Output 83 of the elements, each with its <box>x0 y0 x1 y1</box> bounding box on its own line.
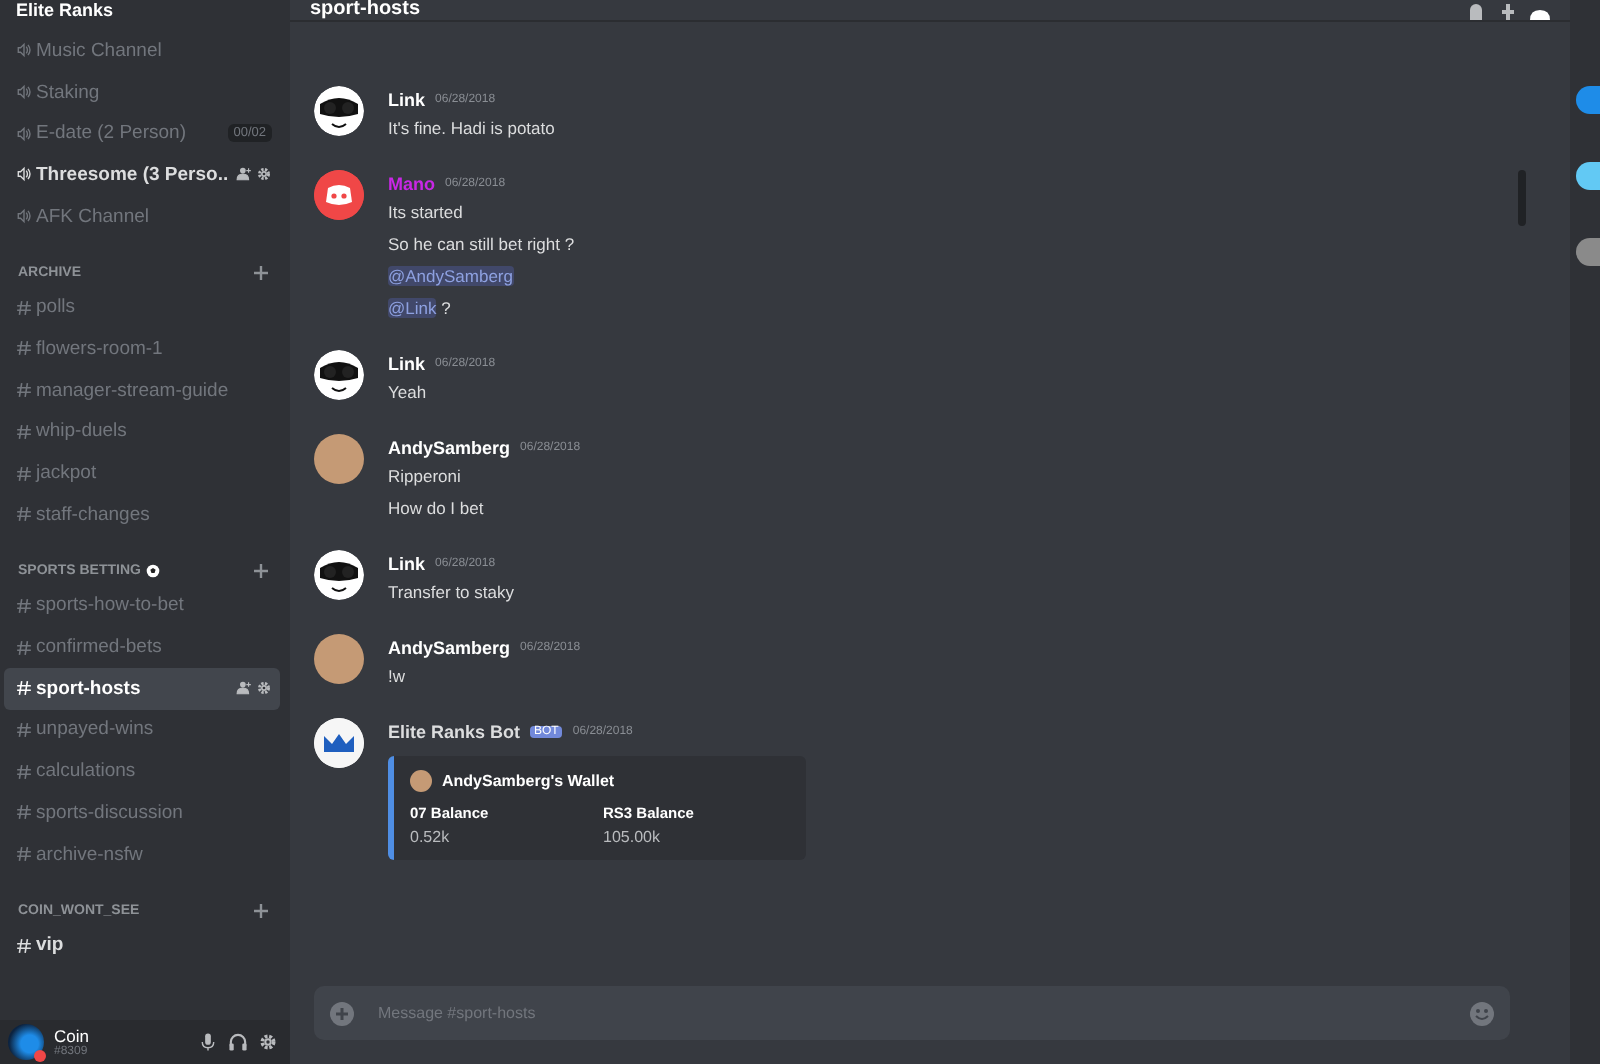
username: Coin <box>54 1026 91 1046</box>
message-text: It's fine. Hadi is potato <box>388 118 555 138</box>
channel-item[interactable]: sports-discussion <box>4 792 280 834</box>
field-value: 0.52k <box>410 828 452 846</box>
channel-item[interactable]: sports-how-to-bet <box>4 585 280 627</box>
author-name[interactable]: Mano <box>388 174 435 194</box>
photo-placeholder[interactable] <box>314 634 364 684</box>
message-text: How do I bet <box>388 498 484 518</box>
message-text: So he can still bet right ? <box>388 234 575 254</box>
author-name[interactable]: Elite Ranks Bot <box>388 722 521 742</box>
author-name[interactable]: Link <box>388 354 426 374</box>
channel-title: sport-hosts <box>310 0 422 20</box>
channel-item[interactable]: sport-hosts <box>4 667 280 710</box>
channel-item[interactable]: flowers-room-1 <box>4 328 280 370</box>
author-name[interactable]: AndySamberg <box>388 638 511 658</box>
channel-item[interactable]: unpayed-wins <box>4 709 280 751</box>
member-avatar[interactable] <box>1576 238 1600 266</box>
member-avatar[interactable] <box>1576 162 1600 190</box>
message-text: Yeah <box>388 382 427 402</box>
server-name[interactable]: Elite Ranks <box>0 0 290 20</box>
speaker-icon <box>16 166 32 183</box>
hash-icon <box>16 423 32 440</box>
hash-icon <box>16 721 32 738</box>
user-mention[interactable]: @Link <box>388 298 437 318</box>
add-channel-icon[interactable] <box>254 564 268 579</box>
speaker-icon <box>16 84 32 101</box>
message-text: Its started <box>388 202 463 222</box>
message-text: ? <box>439 298 451 318</box>
invite-icon[interactable] <box>236 166 252 183</box>
user-mention[interactable]: @AndySamberg <box>388 266 513 286</box>
channel-item[interactable]: manager-stream-guide <box>4 369 280 411</box>
photo-placeholder <box>410 770 432 792</box>
message-text: Ripperoni <box>388 466 461 486</box>
panda-avatar[interactable] <box>314 350 364 400</box>
discord-logo-avatar[interactable] <box>314 170 364 220</box>
microphone-icon[interactable] <box>198 1032 218 1052</box>
hash-icon <box>16 465 32 482</box>
embed-title: AndySamberg's Wallet <box>442 772 615 790</box>
field-value: 105.00k <box>603 828 662 846</box>
author-name[interactable]: AndySamberg <box>388 438 511 458</box>
add-channel-icon[interactable] <box>254 903 268 918</box>
headphones-icon[interactable] <box>228 1032 248 1052</box>
message-text: !w <box>388 666 405 686</box>
panda-avatar[interactable] <box>314 550 364 600</box>
photo-placeholder[interactable] <box>314 434 364 484</box>
hash-icon <box>16 639 32 656</box>
hash-icon <box>16 506 32 523</box>
channel-item[interactable]: jackpot <box>4 452 280 494</box>
settings-icon[interactable] <box>258 1032 278 1052</box>
message-text: Transfer to staky <box>388 582 514 602</box>
channel-item[interactable]: vip <box>4 924 280 967</box>
hash-icon <box>16 680 32 697</box>
invite-icon[interactable] <box>236 680 252 697</box>
author-name[interactable]: Link <box>388 554 426 574</box>
hash-icon <box>16 340 32 357</box>
hash-icon <box>16 804 32 821</box>
hash-icon <box>16 937 32 954</box>
channel-item[interactable]: polls <box>4 286 280 329</box>
author-name[interactable]: Link <box>388 90 426 110</box>
settings-icon[interactable] <box>256 680 272 697</box>
channel-item[interactable]: archive-nsfw <box>4 833 280 875</box>
speaker-icon <box>16 42 32 59</box>
channel-item[interactable]: Threesome (3 Perso.. <box>4 154 280 196</box>
speaker-icon <box>16 208 32 225</box>
user-avatar[interactable] <box>8 1024 44 1060</box>
channel-item[interactable]: Staking <box>4 71 280 113</box>
panda-avatar[interactable] <box>314 86 364 136</box>
crown-avatar[interactable] <box>314 718 364 768</box>
channel-item[interactable]: Music Channel <box>4 30 280 72</box>
hash-icon <box>16 597 32 614</box>
add-channel-icon[interactable] <box>254 265 268 280</box>
channel-item[interactable]: confirmed-bets <box>4 626 280 668</box>
hash-icon <box>16 382 32 399</box>
channel-item[interactable]: calculations <box>4 750 280 792</box>
hash-icon <box>16 763 32 780</box>
speaker-icon <box>16 125 32 142</box>
hash-icon <box>16 846 32 863</box>
member-avatar[interactable] <box>1576 86 1600 114</box>
hash-icon <box>16 299 32 316</box>
channel-item[interactable]: staff-changes <box>4 493 280 536</box>
settings-icon[interactable] <box>256 166 272 183</box>
channel-item[interactable]: AFK Channel <box>4 195 280 237</box>
channel-item[interactable]: whip-duels <box>4 411 280 453</box>
